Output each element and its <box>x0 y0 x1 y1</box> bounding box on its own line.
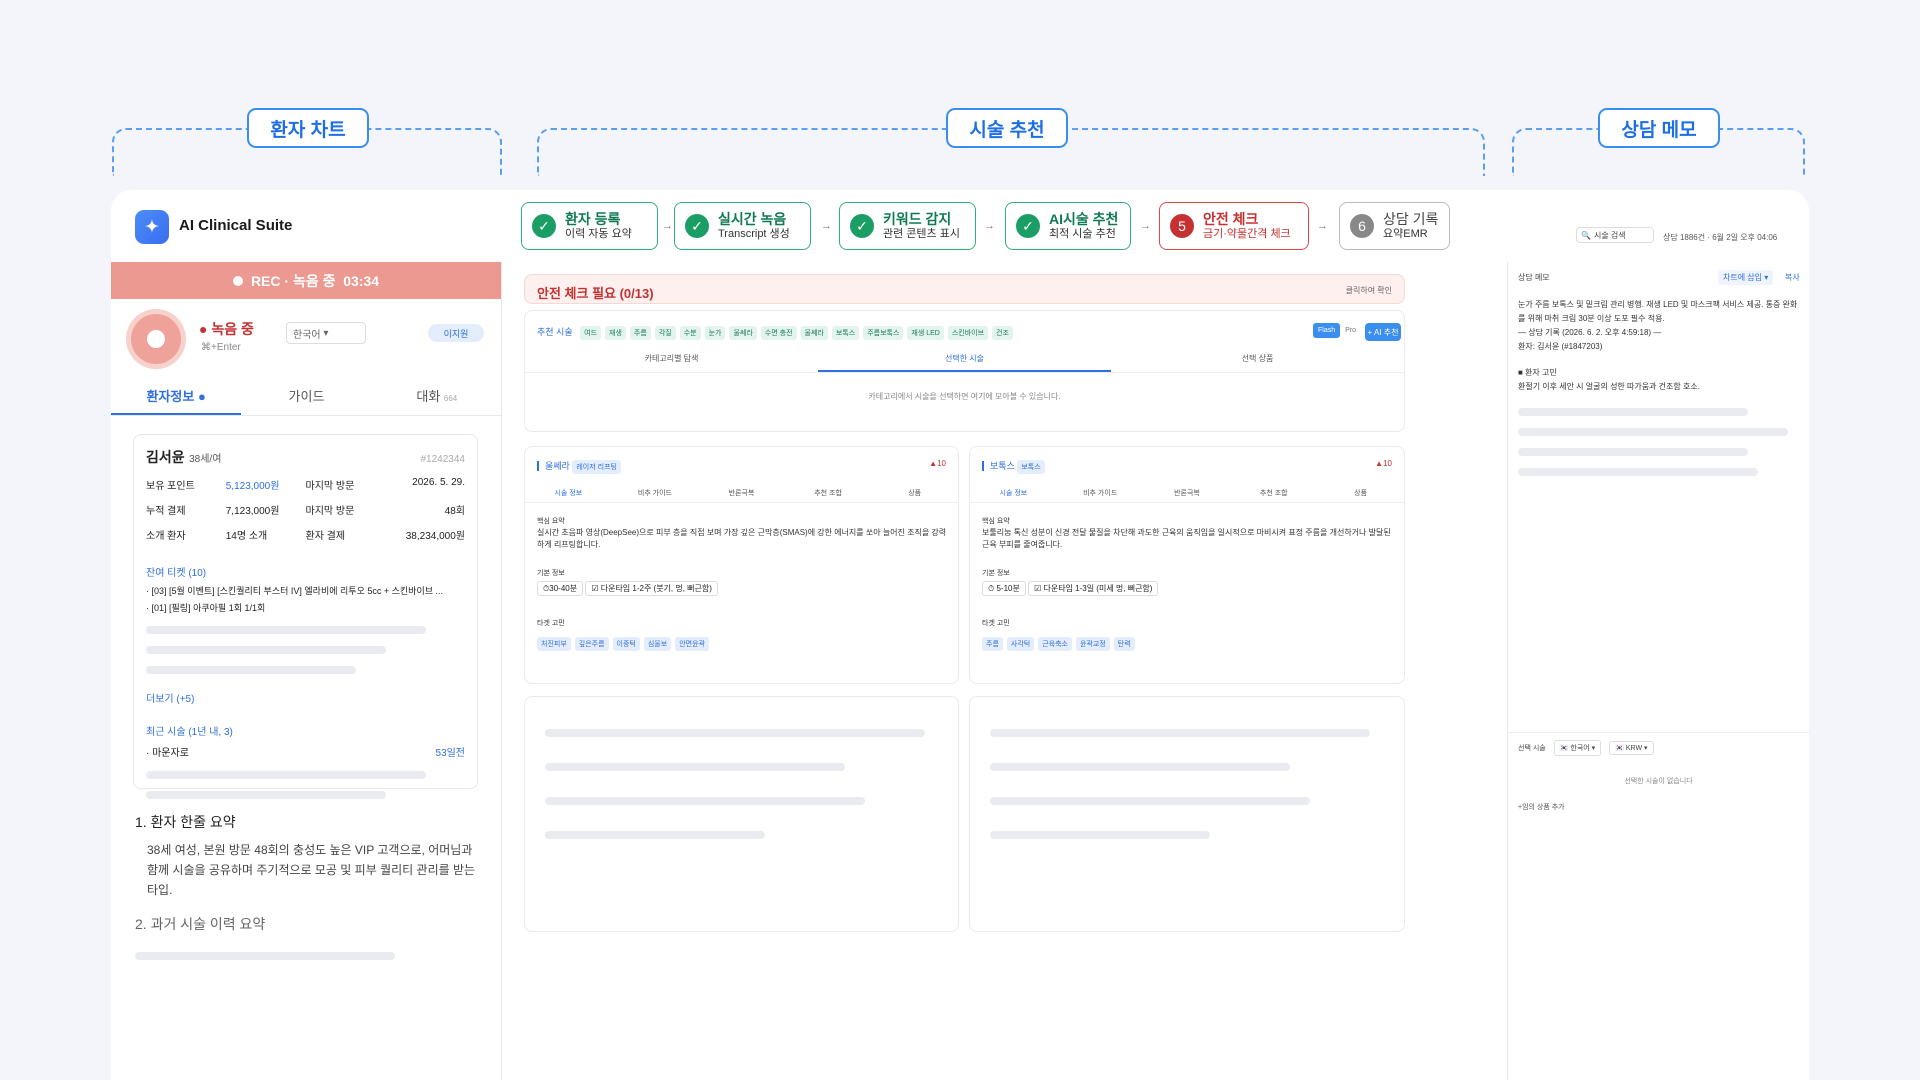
record-button[interactable] <box>131 314 181 364</box>
check-icon: ✓ <box>532 214 556 238</box>
memo-content[interactable]: 눈가 주름 보톡스 및 밑크림 관리 병행. 재생 LED 및 마스크팩 서비스… <box>1518 298 1800 476</box>
patient-row: 누적 결제 7,123,000원 마지막 방문 48회 <box>146 506 465 517</box>
patient-card: 김서윤 38세/여 #1242344 보유 포인트 5,123,000원 마지막 방문… <box>133 434 478 799</box>
empty-hint: 카테고리에서 시술을 선택하면 여기에 모아볼 수 있습니다. <box>868 392 1061 401</box>
copy-button[interactable]: 복사 <box>1785 272 1800 283</box>
check-icon: ✓ <box>685 214 709 238</box>
arrow-icon: → <box>1140 220 1151 232</box>
currency-select[interactable]: 🇰🇷 KRW ▾ <box>1609 740 1654 755</box>
ticket-title[interactable]: 잔여 티켓 (10) <box>146 564 465 579</box>
arrow-icon: → <box>821 220 832 232</box>
empty-selected: 선택한 시술이 없습니다 <box>1624 778 1693 785</box>
patient-chart-label: 환자 차트 <box>247 108 369 148</box>
recording-status: ● 녹음 중 <box>199 321 254 337</box>
recent-title: 최근 시술 (1년 내, 3) <box>146 727 233 738</box>
lang-select[interactable]: 🇰🇷 한국어 ▾ <box>1553 739 1602 756</box>
loading-card <box>524 696 959 932</box>
patient-name: 김서윤 <box>146 449 185 465</box>
step-keyword[interactable]: ✓ 키워드 감지 관련 콘텐츠 표시 <box>839 202 976 250</box>
step-recording[interactable]: ✓ 실시간 녹음 Transcript 생성 <box>674 202 811 250</box>
memo-panel: 상담 메모 차트에 삽입 ▾ 복사 눈가 주름 보톡스 및 밑크림 관리 병행.… <box>1507 262 1809 1080</box>
procedure-rec-label: 시술 추천 <box>946 108 1068 148</box>
session-info: 상담 1886건 · 6월 2일 오후 04:06 <box>1663 233 1778 242</box>
summary: 1. 환자 한줄 요약 38세 여성, 본원 방문 48회의 충성도 높은 VI… <box>135 798 480 960</box>
summary-title: 1. 환자 한줄 요약 <box>135 814 236 830</box>
app-window: ✦ AI Clinical Suite ✓ 환자 등록 이력 자동 요약 → ✓ 실시… <box>111 190 1809 1080</box>
recent-item: · 마운자로 <box>146 748 189 759</box>
step-number: 6 <box>1350 214 1374 238</box>
tab-patient-info[interactable]: 환자정보 ● <box>111 382 242 415</box>
safety-banner[interactable]: 안전 체크 필요 (0/13) 클릭하여 확인 <box>524 274 1405 304</box>
procedure-card: 울쎄라 레이저 리프팅 ▲10 시술 정보 비추 가이드 반론극복 추천 조합 상품 핵… <box>524 446 959 684</box>
rec-bar: REC · 녹음 중 03:34 <box>111 262 501 299</box>
arrow-icon: → <box>1317 220 1328 232</box>
patient-tabs: 환자정보 ● 가이드 대화 664 <box>111 382 502 416</box>
topbar: ✦ AI Clinical Suite ✓ 환자 등록 이력 자동 요약 → ✓ 실시… <box>111 190 1809 262</box>
memo-title: 상담 메모 <box>1518 273 1550 282</box>
insert-chart-button[interactable]: 차트에 삽입 ▾ <box>1718 270 1774 285</box>
history-title: 2. 과거 시술 이력 요약 <box>135 916 266 932</box>
summary-text: 38세 여성, 본원 방문 48회의 충성도 높은 VIP 고객으로, 어머님과… <box>147 843 476 897</box>
step-register[interactable]: ✓ 환자 등록 이력 자동 요약 <box>521 202 658 250</box>
tab-conversation[interactable]: 대화 664 <box>372 382 502 415</box>
step-safety[interactable]: 5 안전 체크 금기·약물간격 체크 <box>1159 202 1309 250</box>
ticket-item: · [03] [5월 이벤트] [스킨퀄리티 부스터 IV] 엘라비에 리투오 … <box>146 586 444 596</box>
arrow-icon: → <box>984 220 995 232</box>
model-toggle[interactable]: Flash Pro <box>1313 323 1361 338</box>
patient-panel: REC · 녹음 중 03:34 ● 녹음 중 ⌘+Enter 한국어 ▾ 이지… <box>111 262 502 1080</box>
arrow-icon: → <box>662 220 673 232</box>
consult-memo-label: 상담 메모 <box>1598 108 1720 148</box>
shortcut-hint: ⌘+Enter <box>201 342 241 353</box>
step-number: 5 <box>1170 214 1194 238</box>
language-select[interactable]: 한국어 ▾ <box>286 322 366 344</box>
tab-guide[interactable]: 가이드 <box>241 382 371 415</box>
check-icon: ✓ <box>1016 214 1040 238</box>
search-icon: 🔍 <box>1581 230 1591 240</box>
app-name: AI Clinical Suite <box>179 217 293 234</box>
patient-row: 소개 환자 14명 소개 환자 결제 38,234,000원 <box>146 531 465 542</box>
tab-selected[interactable]: 선택한 시술 <box>818 347 1111 372</box>
tab-category[interactable]: 카테고리별 탐색 <box>525 347 818 372</box>
patient-row: 보유 포인트 5,123,000원 마지막 방문 2026. 5. 29. <box>146 477 465 492</box>
ticket-item: · [01] [필링] 아쿠아필 1회 1/1회 <box>146 603 266 613</box>
step-record[interactable]: 6 상담 기록 요약EMR <box>1339 202 1450 250</box>
check-icon: ✓ <box>850 214 874 238</box>
rec-timer: 03:34 <box>343 272 380 289</box>
step-ai-recommend[interactable]: ✓ AI시술 추천 최적 시술 추천 <box>1005 202 1131 250</box>
procedure-card: 보톡스 보톡스 ▲10 시술 정보 비추 가이드 반론극복 추천 조합 상품 핵심 요약… <box>969 446 1405 684</box>
add-custom-button[interactable]: +임의 상품 추가 <box>1518 802 1565 812</box>
search-box[interactable]: 🔍 시술 검색 <box>1576 227 1654 243</box>
tab-products[interactable]: 선택 상품 <box>1111 347 1404 372</box>
loading-card <box>969 696 1405 932</box>
doctor-badge: 이지원 <box>428 324 484 342</box>
rec-dot <box>232 275 243 286</box>
sparkle-icon: ✦ <box>135 210 169 244</box>
recommend-panel: 추천 시술 여드 재생 주름 각질 수분 눈가 울쎄라 수면 충전 울쎄라 보톡스 주름보톡스 재생 … <box>524 310 1405 432</box>
ai-recommend-button[interactable]: + AI 추천 <box>1365 323 1401 341</box>
more-link[interactable]: 더보기 (+5) <box>146 690 465 705</box>
